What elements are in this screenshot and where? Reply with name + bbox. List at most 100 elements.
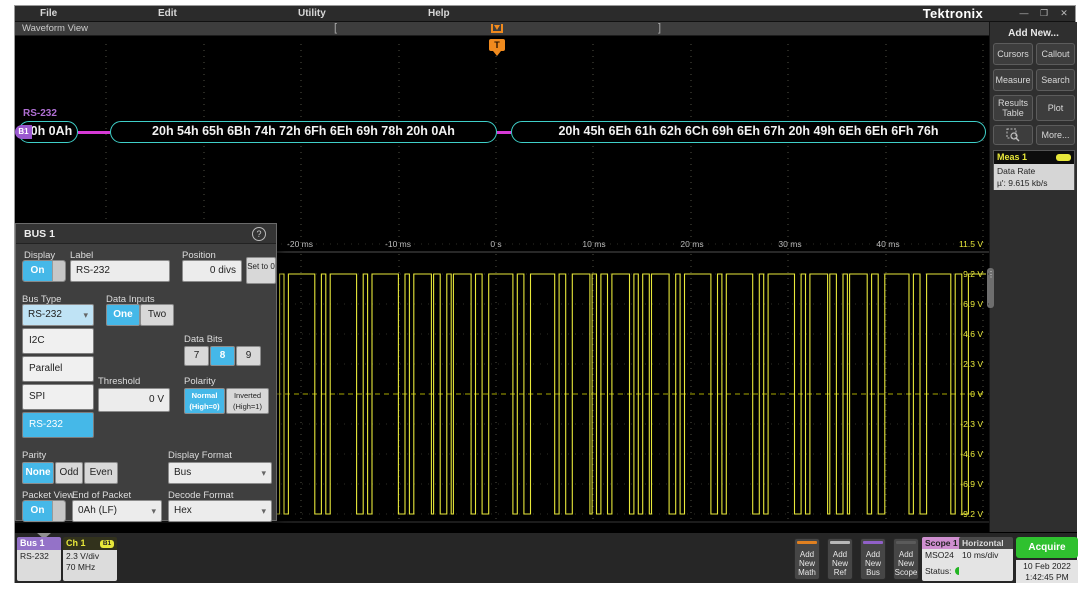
waveform-view-bar: Waveform View [ ] — [15, 22, 989, 36]
bus-type-dropdown[interactable]: RS-232 ▾ — [22, 304, 94, 326]
ch1-scale: 2.3 V/div — [66, 551, 114, 562]
restore-icon[interactable]: ❐ — [1037, 8, 1051, 19]
bits-9-button[interactable]: 9 — [236, 346, 261, 366]
time-tick-label: 20 ms — [680, 239, 703, 249]
display-format-label: Display Format — [168, 450, 232, 461]
bits-7-button[interactable]: 7 — [184, 346, 209, 366]
set-to-zero-button[interactable]: Set to 0 — [246, 257, 276, 284]
polarity-normal-button[interactable]: Normal(High=0) — [184, 388, 225, 414]
bus-type-option-rs232[interactable]: RS-232 — [22, 412, 94, 438]
ref-color-stripe — [830, 541, 850, 544]
bus1-badge[interactable]: Bus 1 RS-232 — [17, 537, 61, 581]
meas1-name: Data Rate — [997, 165, 1071, 177]
packet-view-on: On — [23, 501, 52, 521]
meas1-title: Meas 1 — [997, 152, 1027, 162]
meas1-result-badge[interactable]: Meas 1 Data Rate µ': 9.615 kb/s — [993, 150, 1075, 190]
datetime-display: 10 Feb 2022 1:42:45 PM — [1016, 560, 1078, 583]
decode-packet[interactable]: 20h 45h 6Eh 61h 62h 6Ch 69h 6Eh 67h 20h … — [511, 121, 986, 143]
zoom-window-right-bracket[interactable]: ] — [658, 22, 661, 34]
bus-handle-badge[interactable]: B1 — [15, 125, 32, 139]
minimize-icon[interactable]: — — [1017, 8, 1031, 18]
tektronix-logo: Tektronix — [923, 6, 983, 21]
bus-type-value: RS-232 — [28, 309, 62, 320]
bus-type-option-i2c[interactable]: I2C — [22, 328, 94, 354]
mask-zoom-button[interactable] — [993, 125, 1033, 145]
ch1-bus-source-badge: B1 — [100, 540, 114, 548]
display-format-dropdown[interactable]: Bus▾ — [168, 462, 272, 484]
add-cursors-button[interactable]: Cursors — [993, 43, 1033, 65]
horizontal-panel[interactable]: Horizontal 10 ms/div — [959, 537, 1013, 581]
horizontal-scale: 10 ms/div — [962, 550, 1010, 561]
add-new-ref-button[interactable]: Add New Ref — [827, 538, 853, 580]
end-of-packet-dropdown[interactable]: 0Ah (LF)▾ — [72, 500, 162, 522]
add-new-math-button[interactable]: Add New Math — [794, 538, 820, 580]
packet-connector — [78, 131, 110, 134]
dialog-title: BUS 1 — [24, 228, 55, 240]
packet-view-toggle[interactable]: On — [22, 500, 66, 522]
time-tick-label: -20 ms — [287, 239, 313, 249]
dialog-header[interactable]: BUS 1 ? — [16, 224, 276, 244]
menu-utility[interactable]: Utility — [298, 8, 326, 19]
meas-source-badge — [1056, 154, 1071, 161]
time-tick-label: 40 ms — [876, 239, 899, 249]
zoom-window-left-bracket[interactable]: [ — [334, 22, 337, 34]
bus-type-option-parallel[interactable]: Parallel — [22, 356, 94, 382]
chevron-down-icon: ▾ — [83, 305, 88, 325]
label-input[interactable]: RS-232 — [70, 260, 170, 282]
ch1-badge[interactable]: Ch 1 B1 2.3 V/div 70 MHz — [63, 537, 117, 581]
volt-tick-label: -9.2 V — [960, 509, 983, 519]
add-results-table-button[interactable]: Results Table — [993, 95, 1033, 121]
add-new-bus-button[interactable]: Add New Bus — [860, 538, 886, 580]
ch1-badge-title: Ch 1 B1 — [63, 537, 117, 550]
waveform-view-title: Waveform View — [22, 23, 88, 34]
parity-label: Parity — [22, 450, 46, 461]
position-input[interactable]: 0 divs — [182, 260, 242, 282]
decode-format-dropdown[interactable]: Hex▾ — [168, 500, 272, 522]
trigger-flag[interactable]: T — [489, 39, 505, 56]
volt-tick-label: 0 V — [970, 389, 983, 399]
more-button[interactable]: More... — [1036, 125, 1075, 145]
settings-bar: Bus 1 RS-232 Ch 1 B1 2.3 V/div 70 MHz Ad… — [15, 532, 1077, 583]
waveform-display-area[interactable]: T RS-232 B1 20h 0Ah 20h 54h 65h 6Bh 74h … — [15, 36, 989, 532]
data-bits-label: Data Bits — [184, 334, 223, 345]
inputs-two-button[interactable]: Two — [140, 304, 174, 326]
add-search-button[interactable]: Search — [1036, 69, 1075, 91]
threshold-input[interactable]: 0 V — [98, 388, 170, 412]
volt-tick-label: 11.5 V — [959, 239, 983, 249]
acquire-button[interactable]: Acquire — [1016, 537, 1078, 558]
menu-help[interactable]: Help — [428, 8, 450, 19]
math-color-stripe — [797, 541, 817, 544]
polarity-inverted-button[interactable]: Inverted(High=1) — [226, 388, 269, 414]
parity-even-button[interactable]: Even — [84, 462, 118, 484]
decode-packet[interactable]: 20h 54h 65h 6Bh 74h 72h 6Fh 6Eh 69h 78h … — [110, 121, 497, 143]
add-callout-button[interactable]: Callout — [1036, 43, 1075, 65]
menu-file[interactable]: File — [40, 8, 57, 19]
time-tick-label: 30 ms — [778, 239, 801, 249]
expansion-point-icon[interactable] — [491, 24, 503, 33]
volt-tick-label: 9.2 V — [963, 269, 983, 279]
parity-odd-button[interactable]: Odd — [55, 462, 83, 484]
help-icon[interactable]: ? — [252, 227, 266, 241]
inputs-one-button[interactable]: One — [106, 304, 140, 326]
parity-none-button[interactable]: None — [22, 462, 54, 484]
chevron-down-icon: ▾ — [261, 501, 266, 521]
close-icon[interactable]: ✕ — [1057, 8, 1071, 19]
volt-tick-label: -4.6 V — [960, 449, 983, 459]
results-sidebar: Add New... Cursors Callout Measure Searc… — [989, 22, 1077, 532]
bus-type-option-spi[interactable]: SPI — [22, 384, 94, 410]
add-new-scope-button[interactable]: Add New Scope — [893, 538, 919, 580]
bits-8-button[interactable]: 8 — [210, 346, 235, 366]
menu-edit[interactable]: Edit — [158, 8, 177, 19]
ch1-bandwidth: 70 MHz — [66, 562, 114, 573]
display-toggle[interactable]: On — [22, 260, 66, 282]
add-new-header: Add New... — [990, 28, 1077, 39]
volt-tick-label: -2.3 V — [960, 419, 983, 429]
bus-color-stripe — [863, 541, 883, 544]
chevron-down-icon: ▾ — [151, 501, 156, 521]
volt-tick-label: 4.6 V — [963, 329, 983, 339]
add-measure-button[interactable]: Measure — [993, 69, 1033, 91]
add-plot-button[interactable]: Plot — [1036, 95, 1075, 121]
bus-track-label: RS-232 — [23, 108, 57, 119]
polarity-label: Polarity — [184, 376, 216, 387]
bus1-config-dialog: BUS 1 ? Display On Label RS-232 Position… — [15, 223, 277, 521]
